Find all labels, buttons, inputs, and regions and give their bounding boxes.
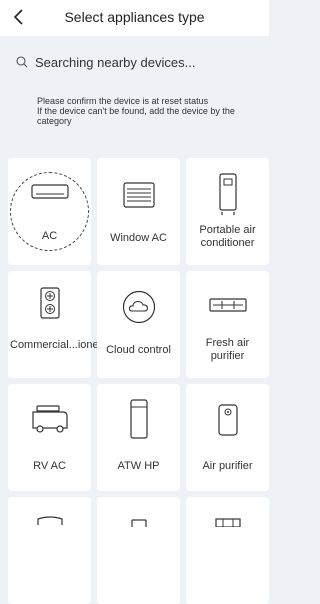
device-label: Window AC [110, 232, 167, 244]
page-title: Select appliances type [64, 9, 205, 25]
window-ac-icon [122, 182, 155, 208]
reset-notice: Please confirm the device is at reset st… [37, 96, 235, 126]
rv-ac-icon [31, 405, 68, 433]
device-card-rv-ac[interactable]: RV AC [8, 384, 91, 491]
search-icon [16, 56, 28, 68]
device-label: AC [41, 230, 58, 242]
device-card-partial[interactable] [186, 497, 269, 604]
atw-hp-icon [129, 399, 148, 439]
appliance-icon [214, 518, 241, 527]
device-card-air-purifier[interactable]: Air purifier [186, 384, 269, 491]
device-card-commercial-ac[interactable]: Commercial...ioner [8, 271, 103, 378]
device-label: Cloud control [106, 344, 171, 356]
device-card-cloud-control[interactable]: Cloud control [97, 271, 180, 378]
header-bar: Select appliances type [0, 0, 269, 36]
split-ac-icon [30, 184, 69, 199]
device-label: Portable air conditioner [199, 224, 256, 249]
device-card-partial[interactable] [97, 497, 180, 604]
device-card-ac[interactable]: AC [8, 158, 91, 265]
device-card-window-ac[interactable]: Window AC [97, 158, 180, 265]
search-status: Searching nearby devices... [16, 54, 195, 70]
commercial-ac-icon [39, 287, 60, 319]
search-status-text: Searching nearby devices... [35, 54, 196, 70]
appliance-icon [130, 519, 147, 527]
device-label: Air purifier [202, 460, 253, 472]
device-label: Commercial...ioner [10, 339, 103, 351]
appliance-icon [36, 516, 63, 525]
air-purifier-icon [217, 404, 238, 436]
device-card-portable-ac[interactable]: Portable air conditioner [186, 158, 269, 265]
portable-ac-icon [218, 173, 237, 215]
device-card-atw-hp[interactable]: ATW HP [97, 384, 180, 491]
device-card-partial[interactable] [8, 497, 91, 604]
fresh-air-purifier-icon [208, 298, 247, 312]
device-label: ATW HP [117, 460, 160, 472]
device-label: RV AC [33, 460, 66, 472]
device-label: Fresh air purifier [205, 337, 250, 362]
cloud-control-icon [122, 290, 155, 324]
device-card-fresh-air-purifier[interactable]: Fresh air purifier [186, 271, 269, 378]
